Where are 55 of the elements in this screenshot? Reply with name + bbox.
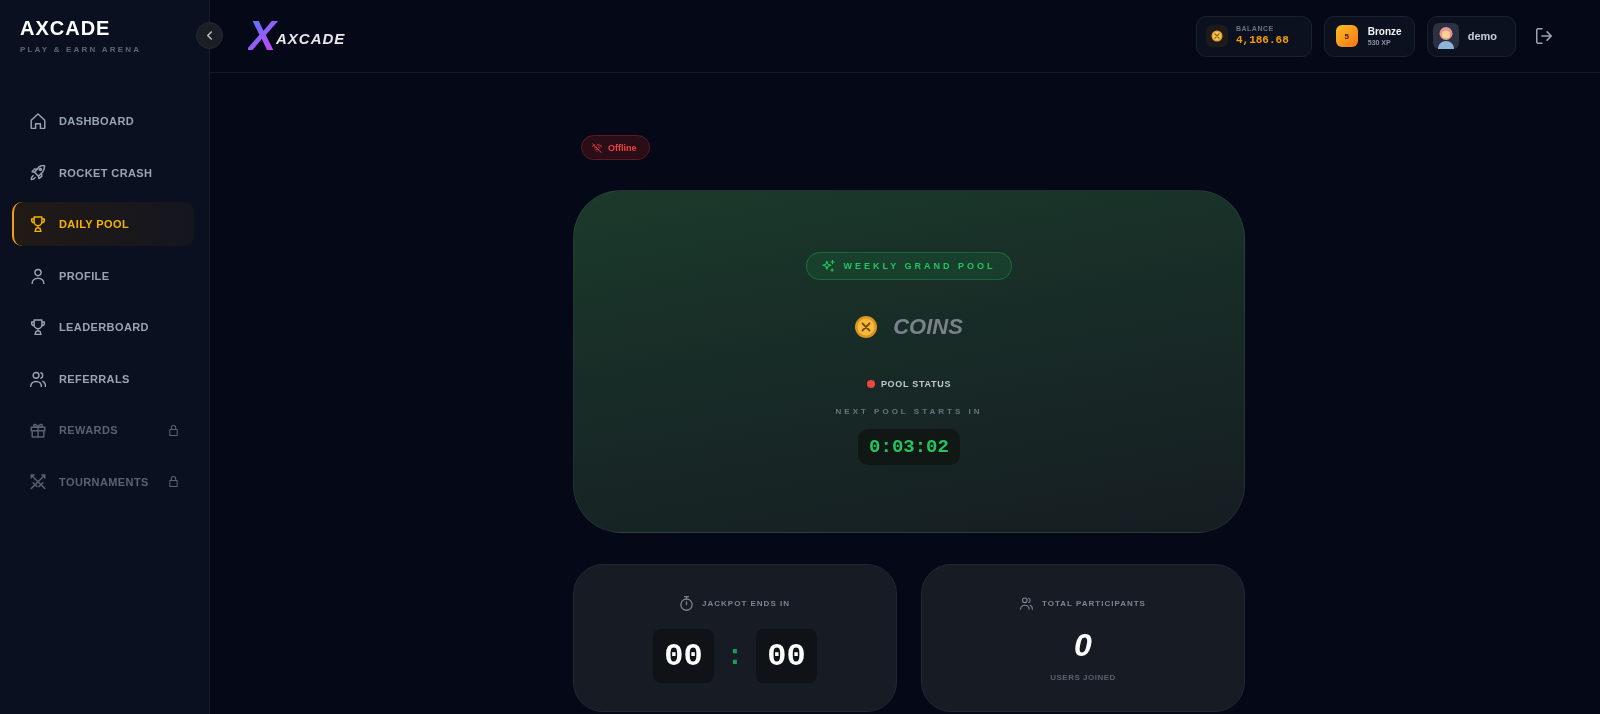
person-icon	[30, 267, 46, 284]
home-icon	[30, 113, 46, 129]
sparkle-icon	[822, 260, 836, 272]
minutes-display: 00	[653, 629, 714, 683]
collapse-button[interactable]	[196, 22, 223, 49]
sidebar-item[interactable]: LEADERBOARD	[12, 305, 194, 349]
sidebar-item-label: ROCKET CRASH	[59, 166, 153, 179]
people-icon	[1020, 596, 1034, 611]
sidebar-item-label: DAILY POOL	[59, 218, 130, 230]
participants-caption: USERS JOINED	[1050, 673, 1116, 683]
people-icon	[30, 370, 46, 387]
logout-button[interactable]	[1536, 28, 1552, 44]
balance-value: 4,186.68	[1235, 33, 1289, 48]
connection-label: Offline	[608, 142, 637, 153]
wifi-off-icon	[592, 142, 602, 153]
coin-icon	[1205, 25, 1228, 47]
chevron-left-icon	[207, 31, 212, 40]
time-separator: :	[725, 640, 745, 672]
countdown-timer: 0:03:02	[858, 429, 960, 465]
rocket-icon	[30, 164, 46, 181]
jackpot-label: JACKPOT ENDS IN	[702, 597, 790, 610]
lock-icon	[169, 476, 178, 487]
sidebar-item-label: PROFILE	[59, 269, 110, 282]
stopwatch-icon	[680, 596, 694, 611]
pool-tag-label: WEEKLY GRAND POOL	[843, 261, 996, 271]
rank-badge: 5	[1335, 25, 1358, 47]
currency-label: COINS	[893, 314, 963, 340]
sidebar-item-label: LEADERBOARD	[59, 321, 149, 333]
countdown-label: NEXT POOL STARTS IN	[835, 407, 983, 417]
brand-name: AXCADE	[20, 17, 111, 39]
trophy-icon	[30, 319, 46, 335]
sidebar-item-label: DASHBOARD	[59, 115, 135, 127]
seconds-display: 00	[756, 629, 817, 683]
sidebar-item[interactable]: PROFILE	[12, 253, 194, 298]
brand-tagline: PLAY & EARN ARENA	[20, 45, 143, 55]
sidebar-item-label: TOURNAMENTS	[59, 475, 149, 488]
logo-wordmark: AXCADE	[276, 30, 346, 47]
coin-icon	[855, 316, 878, 338]
logout-icon	[1536, 28, 1552, 44]
sidebar-item-label: REFERRALS	[59, 372, 130, 385]
lock-icon	[169, 424, 178, 436]
user-menu-button[interactable]: demo	[1426, 15, 1516, 57]
sidebar-item[interactable]: DASHBOARD	[12, 99, 194, 143]
sidebar-item[interactable]: ROCKET CRASH	[12, 150, 194, 195]
sidebar-item[interactable]: DAILY POOL	[12, 202, 194, 246]
pool-status-label: POOL STATUS	[880, 378, 952, 390]
trophy-icon	[30, 216, 46, 232]
rank-name: Bronze	[1367, 25, 1402, 38]
crossed-swords-icon	[30, 473, 46, 490]
sidebar-item-label: REWARDS	[59, 424, 119, 436]
participants-label: TOTAL PARTICIPANTS	[1042, 597, 1146, 610]
participants-count: 0	[1074, 627, 1092, 663]
sidebar-item[interactable]: REFERRALS	[12, 356, 194, 401]
gift-icon	[30, 422, 46, 438]
avatar-icon	[1432, 23, 1459, 49]
